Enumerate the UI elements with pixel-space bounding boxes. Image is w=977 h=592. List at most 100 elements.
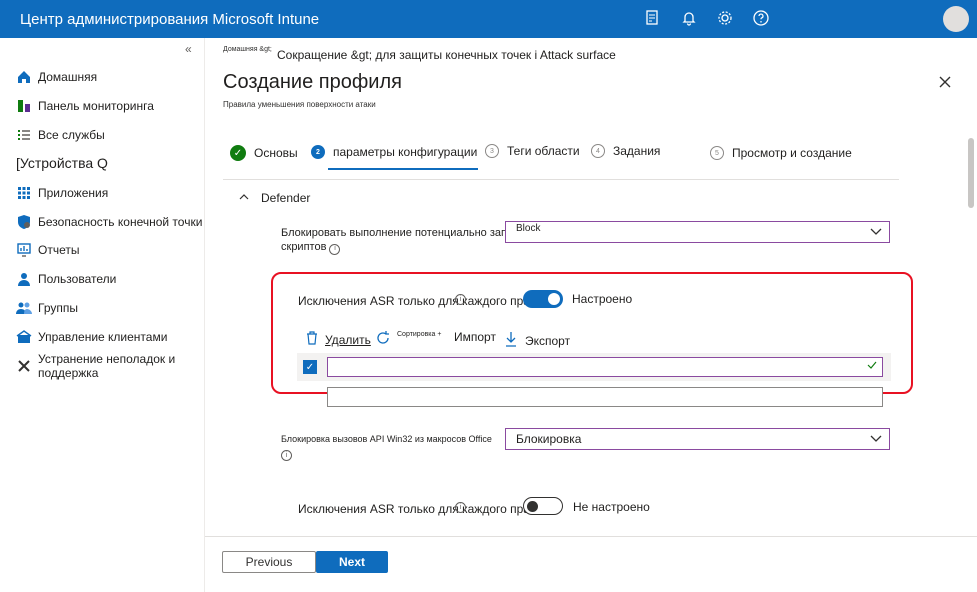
exclusion-path-input[interactable] (327, 357, 883, 377)
sort-button[interactable]: Сортировка + (375, 330, 441, 349)
breadcrumb-home[interactable]: Домашняя &gt; (223, 46, 272, 53)
step-review-create[interactable]: 5 Просмотр и создание (710, 146, 852, 160)
sidebar-item-apps[interactable]: Приложения (16, 183, 108, 203)
step-basics[interactable]: ✓ Основы (230, 145, 298, 161)
step-assignments[interactable]: 4 Задания (591, 144, 660, 158)
toggle-knob (527, 501, 538, 512)
chevron-down-icon (869, 432, 883, 449)
feedback-icon[interactable] (644, 9, 664, 29)
field-label-line: скриптов (281, 241, 327, 253)
section-header-defender[interactable]: Defender (239, 191, 310, 205)
active-step-indicator (328, 168, 478, 170)
block-win32-api-dropdown[interactable]: Блокировка (505, 428, 890, 450)
gear-icon[interactable] (716, 9, 736, 29)
user-icon (16, 271, 32, 287)
step-configuration[interactable]: 2 параметры конфигурации (311, 145, 477, 159)
delete-button[interactable]: Удалить (305, 330, 371, 349)
sidebar-item-label: Панель мониторинга (38, 99, 154, 113)
settings-scroll-area[interactable]: Defender Блокировать выполнение потенциа… (205, 183, 977, 533)
apps-grid-icon (16, 185, 32, 201)
main-panel: Домашняя &gt; Сокращение &gt; для защиты… (205, 38, 977, 592)
list-icon (16, 127, 32, 143)
section-title: Defender (261, 191, 311, 205)
sidebar-item-label: Отчеты (38, 243, 80, 257)
field-label-text: Исключения ASR только для каждого правил… (298, 294, 557, 308)
step-label: параметры конфигурации (333, 145, 478, 159)
asr-exclusions-toggle[interactable] (523, 290, 563, 308)
step-number: 5 (710, 146, 724, 160)
asr-exclusions-label: Исключения ASR только для каждого правил… (298, 294, 557, 308)
previous-button[interactable]: Previous (222, 551, 316, 573)
sidebar-item-devices[interactable]: [Устройства Q (16, 153, 108, 173)
groups-icon (16, 300, 32, 316)
collapse-sidebar-icon[interactable]: « (185, 42, 192, 56)
scrollbar-thumb[interactable] (968, 138, 974, 208)
refresh-icon (375, 330, 391, 349)
sidebar-item-label: Безопасность конечной точки (38, 215, 203, 229)
chevron-up-icon (239, 192, 249, 205)
shield-icon (16, 214, 32, 230)
home-icon (16, 69, 32, 85)
checkmark-icon: ✓ (230, 145, 246, 161)
info-icon[interactable]: i (455, 294, 466, 305)
sidebar-item-label: Управление клиентами (38, 330, 168, 344)
button-label: Экспорт (525, 333, 571, 348)
asr-exclusions-toggle-2[interactable] (523, 497, 563, 515)
sidebar-item-home[interactable]: Домашняя (16, 67, 97, 87)
field-label-text: Блокировка вызовов API Win32 из макросов… (281, 434, 492, 444)
block-obfuscated-scripts-dropdown[interactable]: Block (505, 221, 890, 243)
tenant-icon (16, 329, 32, 345)
info-icon[interactable]: i (281, 450, 292, 461)
download-icon (505, 331, 517, 350)
toggle-state-label: Настроено (572, 292, 633, 306)
close-icon[interactable] (937, 74, 953, 90)
reports-icon (16, 242, 32, 258)
vertical-scrollbar[interactable] (967, 118, 975, 528)
row-checkbox[interactable]: ✓ (303, 360, 317, 374)
sidebar-item-reports[interactable]: Отчеты (16, 240, 79, 260)
import-button[interactable]: Импорт (454, 330, 496, 344)
next-button[interactable]: Next (316, 551, 388, 573)
exclusion-path-input-empty[interactable] (327, 387, 883, 407)
breadcrumb[interactable]: Сокращение &gt; для защиты конечных точе… (277, 48, 616, 62)
step-number: 2 (311, 145, 325, 159)
dropdown-value: Блокировка (516, 432, 582, 446)
dashboard-icon (16, 98, 32, 114)
info-icon[interactable]: i (455, 502, 466, 513)
sidebar-item-label: Пользователи (38, 272, 117, 286)
dropdown-value: Block (516, 222, 541, 234)
sidebar-item-label: Приложения (38, 186, 109, 200)
sidebar-item-label: Домашняя (38, 70, 98, 84)
bell-icon[interactable] (680, 9, 700, 29)
sidebar-item-label: Все службы (38, 128, 105, 142)
sidebar-item-endpoint-security[interactable]: Безопасность конечной точки (16, 212, 202, 232)
toggle-state-label: Не настроено (573, 500, 650, 514)
trash-icon (305, 330, 319, 349)
sidebar-item-groups[interactable]: Группы (16, 298, 78, 318)
avatar[interactable] (943, 6, 969, 32)
help-icon[interactable] (752, 9, 772, 29)
sidebar-item-tenant-admin[interactable]: Управление клиентами (16, 327, 167, 347)
app-title[interactable]: Центр администрирования Microsoft Intune (20, 11, 319, 28)
export-button[interactable]: Экспорт (505, 331, 570, 350)
sidebar-item-label: Устранение неполадок и поддержка (38, 352, 176, 380)
info-icon[interactable]: i (329, 243, 341, 255)
sidebar: « Домашняя Панель мониторинга Все службы… (0, 38, 205, 592)
wrench-icon (16, 358, 32, 374)
step-label: Основы (254, 146, 298, 160)
sidebar-item-troubleshooting[interactable]: Устранение неполадок и поддержка (16, 352, 204, 380)
top-bar: Центр администрирования Microsoft Intune (0, 0, 977, 38)
step-scope-tags[interactable]: 3 Теги области (485, 144, 580, 158)
step-label: Просмотр и создание (732, 146, 852, 160)
sidebar-item-dashboard[interactable]: Панель мониторинга (16, 96, 154, 116)
sidebar-item-all-services[interactable]: Все службы (16, 125, 105, 145)
sidebar-item-label: [Устройства Q (16, 155, 108, 171)
chevron-down-icon (869, 225, 883, 242)
toggle-knob (548, 293, 560, 305)
checkmark-icon (866, 359, 878, 374)
page-title: Создание профиля (223, 71, 402, 93)
sidebar-item-users[interactable]: Пользователи (16, 269, 116, 289)
step-label: Теги области (507, 144, 580, 158)
wizard-footer: Previous Next (205, 536, 977, 592)
button-label: Импорт (454, 330, 496, 344)
